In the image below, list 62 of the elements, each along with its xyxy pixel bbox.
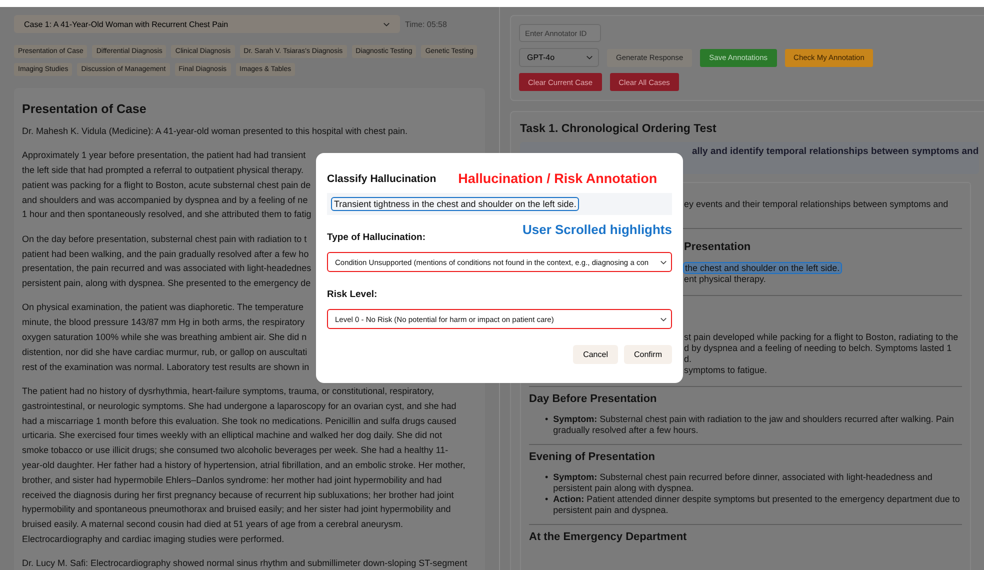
paragraph-line: smoke tobacco or use illicit drugs; she consumed two alcoholic beverages per week. She had a healthy 11- [22, 444, 448, 458]
task-title: Task 1. Chronological Ordering Test [520, 123, 718, 135]
timer-text: Time: 05:58 [405, 20, 447, 28]
paragraph-line: the left side that had prompted a referral to outpatient physical therapy. [22, 164, 304, 178]
dialog-title: Classify Hallucination [327, 172, 436, 184]
bullet-marker: • [545, 472, 548, 484]
paragraph-line: patient was packing for a flight to Boston, acute substernal chest pain de [22, 178, 311, 192]
paragraph-line: bruised easily. A maternal second cousin had died at 51 years of age from a cerebral aneurysm. [22, 518, 404, 532]
bullet-marker: • [545, 414, 548, 426]
annotation-label: User Scrolled highlights [522, 222, 672, 237]
paragraph-line: Approximately 1 year before presentation, the patient had had transient [22, 149, 306, 162]
field-label: Risk Level: [327, 289, 378, 300]
paragraph-line: persistent pain, along with dyspnea. She presented to the emergency de [22, 277, 311, 290]
annotation-label: Hallucination / Risk Annotation [458, 171, 658, 186]
paragraph-line: rest of the examination was normal. Laboratory test results are shown in [22, 360, 310, 374]
answer-text: ent physical therapy. [684, 274, 766, 284]
paragraph-line: and shoulders and was accompanied by dyspnea and by a feeling of ne [22, 194, 308, 207]
paragraph-line: gastrointestinal, or neurologic symptoms. She had undergone a laparoscopy for an ovarian cyst, and she had [22, 400, 456, 413]
answer-text: d. [684, 354, 692, 364]
paragraph-line: hypermobility and spontaneous pneumothorax and bruised easily; and her sister had joint hypermobility and [22, 503, 451, 516]
bullet-text: Action: Patient attended dinner despite symptoms but presented to the emergency department due to persistent pain and dyspnea. [553, 494, 961, 516]
bullet-marker: • [545, 494, 548, 506]
chevron-down-icon [660, 260, 667, 264]
paragraph-line: The patient had no history of dysrhythmia, heart-failure symptoms, trauma, or constitutional, respiratory, [22, 384, 434, 398]
section-heading: Day Before Presentation [529, 393, 658, 405]
section-heading: Presentation of Case [22, 102, 148, 116]
answer-text: st pain developed while packing for a flight to Boston, radiating to the [684, 332, 958, 342]
chevron-down-icon [383, 22, 390, 26]
bullet-text: Symptom: Substernal chest pain recurred before dinner, associated with light-headedness and persistent pain along with dyspnea. [553, 472, 934, 494]
case-select[interactable]: Case 1: A 41-Year-Old Woman with Recurrent Chest Pain [14, 15, 400, 33]
answer-text: the chest and shoulder on the left side. [684, 263, 841, 273]
paragraph-line: 1 hour and then spontaneously resolved, and she attributed them to fatig [22, 208, 312, 222]
dialog-button[interactable]: Confirm [624, 345, 672, 364]
field-label: Type of Hallucination: [327, 232, 426, 243]
bullet-text: Symptom: Substernal chest pain with radiation to the jaw and shoulders recurred after walking. Pain gradually resolved after a few hours. [553, 414, 955, 436]
question-text: ally and identify temporal relationships between symptoms and [691, 146, 979, 157]
chevron-down-icon [586, 55, 593, 60]
paragraph-line: distention, nor did she have cardiac murmur, rub, or gallop on auscultati [22, 346, 308, 359]
answer-text: symptoms to fatigue. [684, 365, 768, 375]
paragraph-line: oxygen saturation 100% while she was breathing ambient air. She did n [22, 331, 307, 344]
answer-text: ey events and their temporal relationships between symptoms and [684, 199, 948, 209]
section-heading: Evening of Presentation [529, 451, 656, 463]
paragraph-line: year-old daughter. Her father had a history of hypertension, atrial fibrillation, and an embolic stroke. Her mother, [22, 458, 466, 472]
paragraph-line: Electrocardiography and cardiac imaging studies were performed. [22, 532, 284, 546]
paragraph-line: On physical examination, the patient was diaphoretic. The temperature [22, 301, 304, 314]
dialog-button[interactable]: Cancel [573, 345, 618, 364]
chevron-down-icon [660, 316, 667, 322]
paragraph-line: On the day before presentation, substernal chest pain with radiation to t [22, 232, 307, 246]
section-heading: Presentation [684, 241, 751, 253]
paragraph-line: patient had been walking, and the pain gradually resolved after a few ho [22, 248, 309, 261]
paragraph-line: Dr. Mahesh K. Vidula (Medicine): A 41-year-old woman presented to this hospital with chest pain. [22, 125, 408, 138]
paragraph-line: received the diagnosis during her first pregnancy because of recurrent hip subluxations; her brother had joint [22, 488, 454, 502]
answer-text: d by dyspnea and a feeling of needing to belch. Symptoms lasted 1 [684, 343, 952, 353]
paragraph-line: brother, and sister had hypermobile Ehlers–Danlos syndrome: her mother had joint hypermobility and had [22, 474, 442, 487]
paragraph-line: presentation, the pain recurred and was associated with light-headednes [22, 262, 312, 276]
paragraph-line: minute, the blood pressure 143/87 mm Hg in both arms, the respiratory [22, 316, 305, 330]
section-heading: At the Emergency Department [529, 531, 688, 543]
highlighted-quote: Transient tightness in the chest and shoulder on the left side. [331, 197, 580, 211]
paragraph-line: Dr. Lucy M. Safi: Electrocardiography showed normal sinus rhythm and submillimeter down-sloping ST-segment [22, 557, 468, 570]
paragraph-line: urticaria. She exercised four times weekly with an elliptical machine and walked her dog daily. She did not [22, 429, 442, 442]
model-select[interactable]: GPT-4o [519, 48, 599, 67]
paragraph-line: had a miscarriage 1 month before this evaluation. She took no medications. Penicillin and sulfa drugs caused [22, 414, 456, 428]
